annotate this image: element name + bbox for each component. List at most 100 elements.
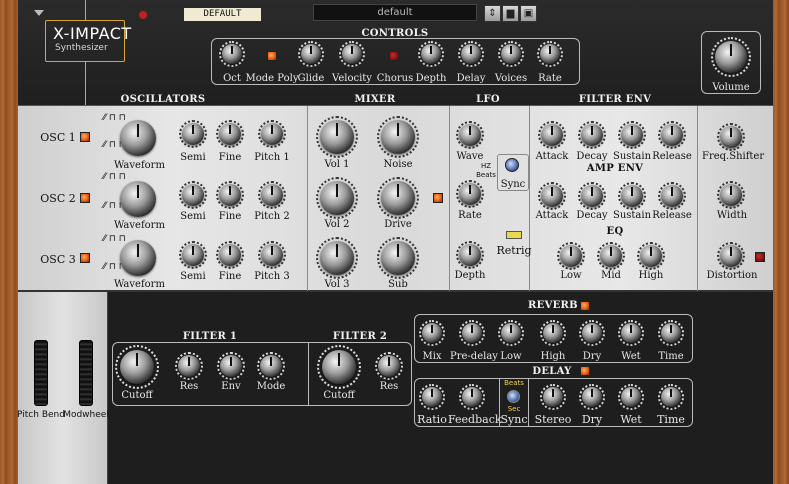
distortion-knob[interactable] — [720, 245, 742, 267]
filter-env-sustain-knob[interactable] — [621, 124, 643, 146]
reverb-predelay-knob[interactable] — [462, 323, 482, 343]
drive-led[interactable] — [433, 193, 443, 203]
filter-divider — [308, 343, 309, 405]
save-icon[interactable]: ▣ — [520, 5, 537, 22]
osc1-led[interactable] — [80, 132, 90, 142]
collapse-arrow-icon[interactable] — [34, 10, 44, 16]
freq-shifter-knob[interactable] — [720, 126, 742, 148]
amp-env-release-knob[interactable] — [661, 185, 683, 207]
voices-knob[interactable] — [501, 44, 521, 64]
oct-knob[interactable] — [222, 44, 242, 64]
glide-knob[interactable] — [301, 44, 321, 64]
filter1-cutoff-knob[interactable] — [120, 350, 154, 384]
reverb-dry-knob[interactable] — [582, 323, 602, 343]
vol1-knob[interactable] — [320, 120, 354, 154]
wheels-area — [18, 292, 108, 484]
osc2-pitch-knob[interactable] — [261, 184, 283, 206]
lfo-wave-knob[interactable] — [459, 124, 481, 146]
filter2-title: FILTER 2 — [332, 331, 388, 342]
delay-stereo-knob[interactable] — [543, 387, 563, 407]
filter1-res-label: Res — [179, 381, 199, 392]
delay-label: Delay — [456, 73, 486, 84]
depth-label: Depth — [415, 73, 447, 84]
volume-knob[interactable] — [715, 41, 747, 73]
delay-ratio-knob[interactable] — [422, 387, 442, 407]
delay-time-knob[interactable] — [661, 387, 681, 407]
chorus-delay-knob[interactable] — [461, 44, 481, 64]
reverb-mix-knob[interactable] — [422, 323, 442, 343]
amp-env-attack-knob[interactable] — [541, 185, 563, 207]
filter2-cutoff-knob[interactable] — [322, 350, 356, 384]
folder-icon[interactable]: ▆ — [502, 5, 519, 22]
osc3-pitch-knob[interactable] — [261, 244, 283, 266]
filter2-res-knob[interactable] — [378, 355, 400, 377]
osc3-fine-knob[interactable] — [219, 244, 241, 266]
preset-name-display[interactable]: default — [313, 4, 477, 21]
osc2-waveform-knob[interactable] — [120, 181, 156, 217]
reverb-wet-knob[interactable] — [621, 323, 641, 343]
noise-knob[interactable] — [381, 120, 415, 154]
pitch-bend-wheel[interactable] — [34, 340, 48, 406]
sub-knob[interactable] — [381, 241, 415, 275]
velocity-knob[interactable] — [342, 44, 362, 64]
width-knob[interactable] — [720, 184, 742, 206]
vol2-knob[interactable] — [320, 181, 354, 215]
lfo-sync-switch[interactable] — [505, 158, 519, 172]
lfo-rate-knob[interactable] — [459, 183, 481, 205]
reverb-high-knob[interactable] — [543, 323, 563, 343]
osc2-pitch-label: Pitch 2 — [254, 211, 290, 222]
osc2-semi-knob[interactable] — [182, 184, 204, 206]
delay-dry-label: Dry — [581, 413, 603, 426]
filter1-cutoff-label: Cutoff — [121, 390, 153, 401]
osc2-led[interactable] — [80, 193, 90, 203]
delay-led[interactable] — [580, 366, 590, 376]
osc2-fine-knob[interactable] — [219, 184, 241, 206]
retrig-switch[interactable] — [506, 231, 522, 239]
osc3-semi-knob[interactable] — [182, 244, 204, 266]
amp-env-release-label: Release — [652, 210, 692, 221]
eq-low-knob[interactable] — [560, 245, 582, 267]
filter-env-release-knob[interactable] — [661, 124, 683, 146]
filter1-env-knob[interactable] — [220, 355, 242, 377]
distortion-led[interactable] — [755, 252, 765, 262]
chorus-led[interactable] — [389, 51, 399, 61]
filter-env-attack-label: Attack — [535, 151, 569, 162]
osc1-semi-knob[interactable] — [182, 123, 204, 145]
chorus-rate-knob[interactable] — [540, 44, 560, 64]
amp-env-title: AMP ENV — [586, 163, 644, 174]
filter1-mode-knob[interactable] — [260, 355, 282, 377]
chorus-depth-knob[interactable] — [421, 44, 441, 64]
osc1-waveform-knob[interactable] — [120, 120, 156, 156]
amp-env-sustain-knob[interactable] — [621, 185, 643, 207]
filter1-res-knob[interactable] — [178, 355, 200, 377]
eq-mid-knob[interactable] — [600, 245, 622, 267]
wood-side-right — [773, 0, 789, 484]
osc1-fine-knob[interactable] — [219, 123, 241, 145]
osc3-waveform-label: Waveform — [114, 279, 165, 290]
filter1-mode-label: Mode — [256, 381, 286, 392]
lfo-hz-label: HZ — [480, 162, 492, 170]
vol3-knob[interactable] — [320, 241, 354, 275]
mode-poly-led[interactable] — [267, 51, 277, 61]
delay-feedback-knob[interactable] — [462, 387, 482, 407]
amp-env-decay-knob[interactable] — [581, 185, 603, 207]
drive-knob[interactable] — [381, 181, 415, 215]
preset-updown-button[interactable]: ⇕ — [484, 5, 501, 22]
delay-wet-label: Wet — [620, 413, 642, 426]
delay-dry-knob[interactable] — [582, 387, 602, 407]
modwheel[interactable] — [79, 340, 93, 406]
reverb-time-knob[interactable] — [661, 323, 681, 343]
eq-high-knob[interactable] — [640, 245, 662, 267]
reverb-low-knob[interactable] — [501, 323, 521, 343]
delay-wet-knob[interactable] — [621, 387, 641, 407]
lfo-depth-knob[interactable] — [459, 244, 481, 266]
reverb-led[interactable] — [580, 301, 590, 311]
osc3-led[interactable] — [80, 253, 90, 263]
eq-high-label: High — [638, 270, 664, 281]
filter-env-attack-knob[interactable] — [541, 124, 563, 146]
filter-env-decay-knob[interactable] — [581, 124, 603, 146]
osc3-waveform-knob[interactable] — [120, 240, 156, 276]
osc1-pitch-knob[interactable] — [261, 123, 283, 145]
delay-sync-switch[interactable] — [507, 390, 520, 403]
pitch-bend-label: Pitch Bend — [17, 410, 65, 420]
